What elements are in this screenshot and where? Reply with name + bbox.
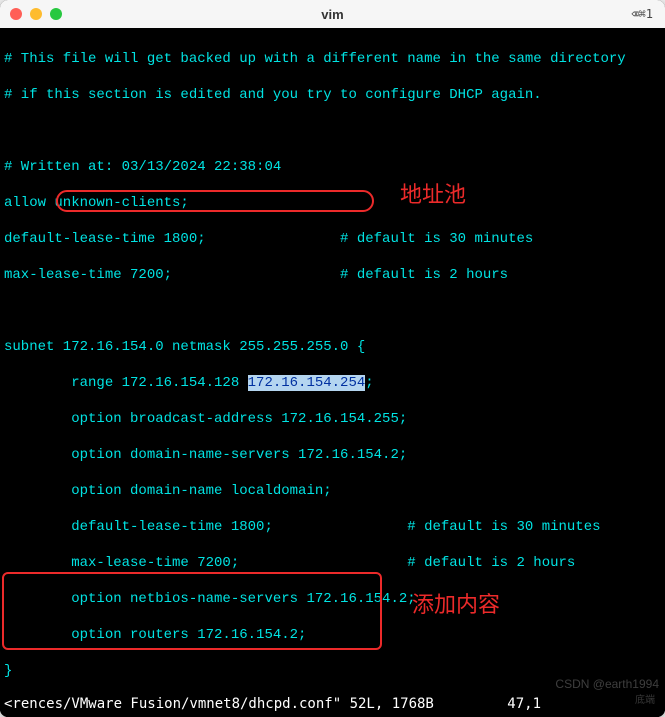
window-shortcut-label: ⌫⌘1 [631, 7, 653, 21]
code-text: range 172.16.154.128 [4, 375, 248, 391]
status-tiny: 底端 [635, 693, 659, 711]
status-file: <rences/VMware Fusion/vmnet8/dhcpd.conf"… [4, 695, 434, 713]
code-line: max-lease-time 7200; # default is 2 hour… [4, 554, 661, 572]
code-line: option netbios-name-servers 172.16.154.2… [4, 590, 661, 608]
minimize-button[interactable] [30, 8, 42, 20]
code-line: option domain-name-servers 172.16.154.2; [4, 446, 661, 464]
code-line: allow unknown-clients; [4, 194, 661, 212]
code-line: # This file will get backed up with a di… [4, 50, 661, 68]
code-line: subnet 172.16.154.0 netmask 255.255.255.… [4, 338, 661, 356]
code-line [4, 122, 661, 140]
code-line: default-lease-time 1800; # default is 30… [4, 230, 661, 248]
code-line: default-lease-time 1800; # default is 30… [4, 518, 661, 536]
code-line [4, 302, 661, 320]
code-line: range 172.16.154.128 172.16.154.254; [4, 374, 661, 392]
code-line: max-lease-time 7200; # default is 2 hour… [4, 266, 661, 284]
terminal-content[interactable]: # This file will get backed up with a di… [0, 28, 665, 717]
window-title: vim [321, 7, 343, 22]
code-line: option domain-name localdomain; [4, 482, 661, 500]
watermark: CSDN @earth1994 [555, 675, 659, 693]
code-text: ; [365, 375, 373, 391]
titlebar: vim ⌫⌘1 [0, 0, 665, 28]
zoom-button[interactable] [50, 8, 62, 20]
watermark-area: CSDN @earth1994 底端 [555, 675, 659, 711]
selected-text: 172.16.154.254 [248, 375, 366, 391]
code-line: # Written at: 03/13/2024 22:38:04 [4, 158, 661, 176]
terminal-window: vim ⌫⌘1 # This file will get backed up w… [0, 0, 665, 717]
code-line: # if this section is edited and you try … [4, 86, 661, 104]
close-button[interactable] [10, 8, 22, 20]
traffic-lights [10, 8, 62, 20]
code-line: option routers 172.16.154.2; [4, 626, 661, 644]
code-line: option broadcast-address 172.16.154.255; [4, 410, 661, 428]
